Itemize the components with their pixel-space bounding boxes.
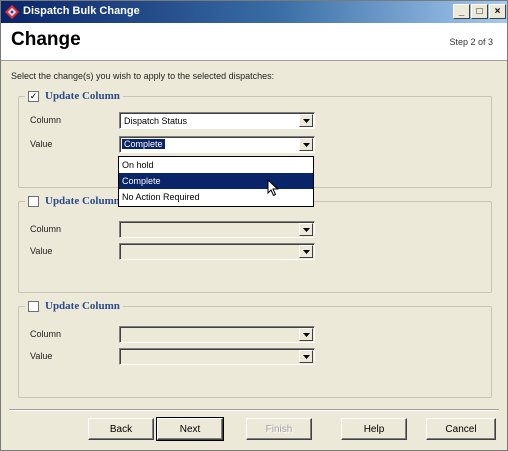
column-select-3[interactable] <box>119 326 315 343</box>
page-title: Change <box>11 29 81 50</box>
chevron-down-icon[interactable] <box>299 114 313 127</box>
window-title: Dispatch Bulk Change <box>23 5 140 17</box>
column-label: Column <box>30 329 62 339</box>
chevron-down-icon[interactable] <box>299 245 313 258</box>
instructions-text: Select the change(s) you wish to apply t… <box>11 71 275 81</box>
chevron-down-icon[interactable] <box>299 138 313 151</box>
dropdown-option-complete[interactable]: Complete <box>119 173 313 189</box>
value-select-value: Complete <box>121 138 166 150</box>
value-label: Value <box>30 351 53 361</box>
help-button[interactable]: Help <box>341 418 407 440</box>
value-dropdown-list[interactable]: On hold Complete No Action Required <box>118 156 314 207</box>
column-select-value: Dispatch Status <box>124 116 188 126</box>
group-legend: Update Column <box>25 195 123 207</box>
dispatch-app-icon <box>5 5 19 19</box>
value-select-2[interactable] <box>119 243 315 260</box>
value-label: Value <box>30 139 53 149</box>
update-column-label: Update Column <box>45 195 120 207</box>
finish-button[interactable]: Finish <box>246 418 312 440</box>
back-button[interactable]: Back <box>88 418 154 440</box>
dropdown-option-on-hold[interactable]: On hold <box>119 157 313 173</box>
dropdown-option-no-action-required[interactable]: No Action Required <box>119 189 313 205</box>
update-column-label: Update Column <box>45 300 120 312</box>
column-label: Column <box>30 224 62 234</box>
column-select-2[interactable] <box>119 221 315 238</box>
update-column-group-2: Update Column Column Value <box>18 195 492 293</box>
mouse-pointer-icon <box>267 178 279 200</box>
value-select-1[interactable]: Complete <box>119 136 315 153</box>
dispatch-bulk-change-dialog: Dispatch Bulk Change _ □ × Change Step 2… <box>0 0 508 451</box>
value-select-3[interactable] <box>119 348 315 365</box>
next-button[interactable]: Next <box>156 417 224 441</box>
chevron-down-icon[interactable] <box>299 223 313 236</box>
update-column-label: Update Column <box>45 90 120 102</box>
wizard-header: Change Step 2 of 3 <box>1 23 507 61</box>
group-legend: Update Column <box>25 300 123 312</box>
step-indicator: Step 2 of 3 <box>449 37 493 47</box>
column-label: Column <box>30 115 62 125</box>
update-column-checkbox-1[interactable]: ✓ <box>28 90 39 102</box>
column-select-1[interactable]: Dispatch Status <box>119 112 315 129</box>
minimize-button[interactable]: _ <box>453 4 470 19</box>
title-bar[interactable]: Dispatch Bulk Change _ □ × <box>1 1 507 23</box>
maximize-button[interactable]: □ <box>471 4 488 19</box>
footer-divider <box>9 409 499 411</box>
update-column-checkbox-3[interactable] <box>28 300 39 312</box>
group-legend: ✓ Update Column <box>25 90 123 102</box>
chevron-down-icon[interactable] <box>299 350 313 363</box>
value-label: Value <box>30 246 53 256</box>
update-column-group-3: Update Column Column Value <box>18 300 492 398</box>
chevron-down-icon[interactable] <box>299 328 313 341</box>
update-column-checkbox-2[interactable] <box>28 195 39 207</box>
close-button[interactable]: × <box>489 4 506 19</box>
cancel-button[interactable]: Cancel <box>426 418 496 440</box>
